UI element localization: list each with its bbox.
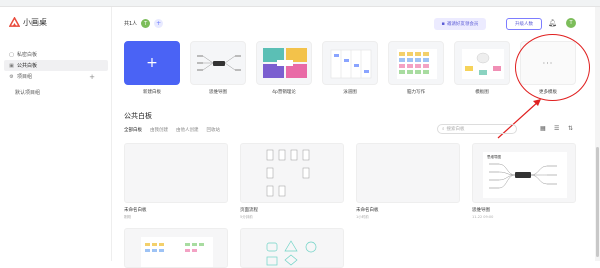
- user-avatar[interactable]: T: [566, 18, 576, 28]
- annotation-circle: [515, 34, 590, 101]
- board-card[interactable]: [240, 228, 344, 268]
- sticky-notes-thumbnail: [141, 237, 213, 267]
- template-4p[interactable]: [256, 41, 312, 85]
- template-swimlane[interactable]: [322, 41, 378, 85]
- lock-icon: ▢: [9, 51, 14, 58]
- add-project-button[interactable]: +: [89, 73, 95, 81]
- team-icon: ▣: [9, 62, 14, 69]
- app-logo[interactable]: 小画桌: [9, 17, 47, 28]
- logo-icon: [9, 17, 20, 27]
- tab-mine[interactable]: 由我创建: [150, 127, 168, 133]
- flow-thumbnail: [266, 149, 310, 197]
- sidebar-item-public[interactable]: ▣ 公共白板: [4, 60, 108, 71]
- sidebar-item-label: 公共白板: [17, 63, 38, 69]
- list-view-icon[interactable]: ☰: [554, 125, 559, 132]
- scrollbar-thumb[interactable]: [596, 147, 599, 257]
- sidebar-item-default-project[interactable]: 默认项目组: [4, 87, 108, 98]
- bookmarks-bar: 主站Google在线翻译百度一下我的文档CNTV开放平台工作台设计资源在线工具阅…: [0, 0, 600, 7]
- members-count: 共1人: [124, 21, 138, 27]
- invite-button[interactable]: ▪ 邀请好友领会员: [434, 18, 486, 30]
- member-avatar[interactable]: T: [141, 19, 151, 28]
- search-placeholder: 搜索白板: [446, 127, 465, 132]
- board-meta: 5分钟前: [240, 215, 253, 219]
- filter-tabs: 全部白板 由我创建 由他人创建 回收站: [124, 127, 220, 133]
- main-area: 共1人 T + ▪ 邀请好友领会员 升级人数 🔔︎ T + 新建白板 思维导图: [112, 7, 600, 268]
- bell-icon[interactable]: 🔔︎: [548, 19, 557, 27]
- template-thumbnail: [462, 49, 504, 79]
- gift-icon: ▪: [441, 21, 445, 27]
- board-title: 未命名白板: [356, 208, 379, 213]
- sidebar-item-label: 默认项目组: [15, 90, 41, 96]
- mindmap-board-thumbnail: [483, 152, 567, 198]
- mindmap-thumbnail: [197, 55, 241, 71]
- board-title: 思维导图: [472, 208, 490, 213]
- board-mini-title: 思维导图: [487, 155, 501, 159]
- tab-all[interactable]: 全部白板: [124, 127, 142, 133]
- board-card[interactable]: [124, 228, 228, 268]
- board-title: 未命名白板: [124, 208, 147, 213]
- board-card[interactable]: [240, 143, 344, 203]
- sidebar-item-label: 私密白板: [17, 52, 38, 58]
- brainwriting-thumbnail: [397, 49, 437, 79]
- board-meta: 1小时前: [356, 215, 369, 219]
- template-mindmap[interactable]: [190, 41, 246, 85]
- invite-label: 邀请好友领会员: [446, 22, 479, 27]
- board-meta: 刚刚: [124, 215, 131, 219]
- sidebar-item-private[interactable]: ▢ 私密白板: [4, 49, 108, 60]
- template-label: 新建白板: [143, 90, 161, 95]
- add-member-button[interactable]: +: [154, 19, 164, 28]
- logo-text: 小画桌: [23, 18, 47, 27]
- scrollbar[interactable]: [595, 7, 600, 261]
- template-board[interactable]: [454, 41, 510, 85]
- annotation-arrow: [497, 99, 541, 139]
- tab-trash[interactable]: 回收站: [207, 127, 221, 133]
- template-label: 泳道图: [343, 90, 357, 95]
- sidebar: 小画桌 ▢ 私密白板 ▣ 公共白板 ⚙ 项目组 + 默认项目组: [0, 7, 112, 261]
- template-label: 脑力写作: [407, 90, 425, 95]
- sort-icon[interactable]: ⇅: [568, 125, 573, 132]
- sidebar-item-label: 项目组: [17, 74, 33, 80]
- search-input[interactable]: ⌕ 搜索白板: [437, 124, 517, 134]
- members-bar: 共1人 T +: [124, 19, 164, 28]
- upgrade-label: 升级人数: [515, 22, 533, 27]
- template-label: 模板图: [475, 90, 489, 95]
- template-label: 思维导图: [209, 90, 227, 95]
- board-card[interactable]: 思维导图: [472, 143, 576, 203]
- board-meta: 11-22 09:00: [472, 215, 494, 219]
- shapes-thumbnail: [266, 240, 317, 266]
- tab-others[interactable]: 由他人创建: [176, 127, 199, 133]
- template-label: 4p营销理论: [272, 90, 296, 95]
- grid-view-icon[interactable]: ▦: [540, 125, 546, 132]
- board-card[interactable]: [124, 143, 228, 203]
- 4p-thumbnail: [263, 48, 307, 78]
- section-title: 公共白板: [124, 112, 152, 120]
- board-title: 页面流程: [240, 208, 258, 213]
- folder-icon: ⚙: [9, 73, 14, 80]
- board-card[interactable]: [356, 143, 460, 203]
- new-board-button[interactable]: +: [124, 41, 180, 85]
- upgrade-button[interactable]: 升级人数: [506, 18, 542, 30]
- template-brainwriting[interactable]: [388, 41, 444, 85]
- search-icon: ⌕: [442, 127, 445, 132]
- swimlane-thumbnail: [330, 49, 372, 79]
